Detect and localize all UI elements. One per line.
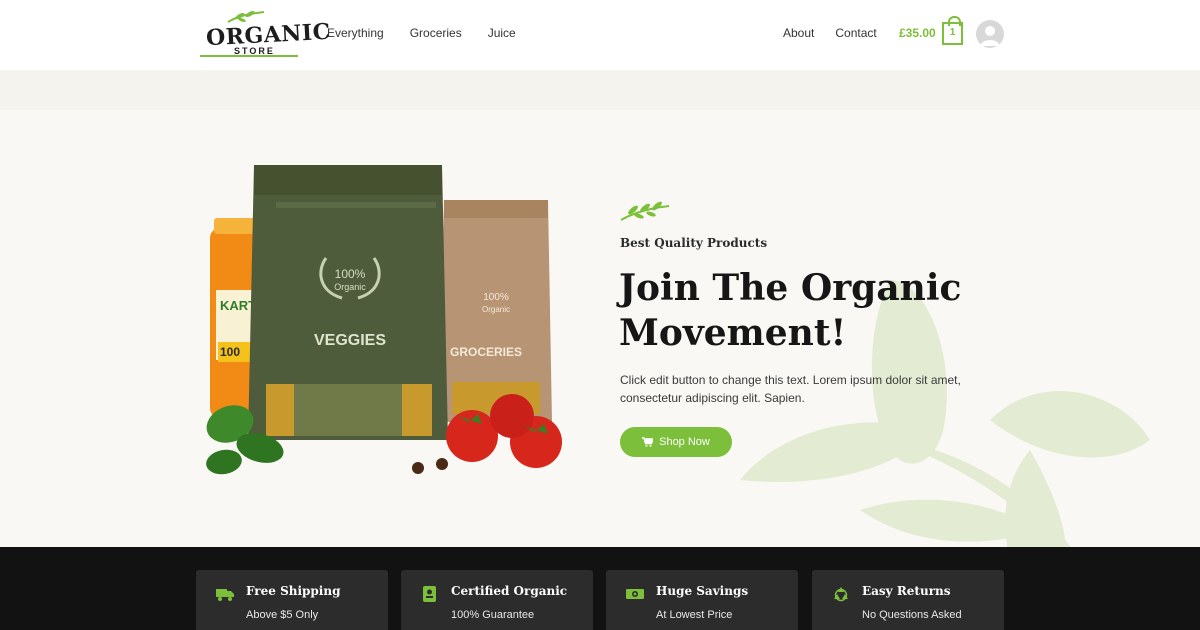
truck-icon	[216, 589, 234, 601]
nav-link-contact[interactable]: Contact	[835, 26, 876, 40]
feature-title: Certified Organic	[451, 584, 568, 598]
jar-label: KART	[220, 298, 256, 313]
money-icon	[626, 589, 644, 599]
secondary-nav: About Contact	[783, 26, 898, 40]
features-band	[0, 547, 1200, 630]
primary-nav: Everything Groceries Juice	[327, 26, 542, 40]
feature-card-shipping: Free Shipping Above $5 Only	[196, 570, 388, 630]
bag2-badge-bottom: Organic	[482, 305, 510, 314]
recycle-icon	[834, 587, 848, 602]
accent-leaf-icon	[620, 201, 670, 221]
cart-icon	[642, 437, 654, 447]
feature-title: Free Shipping	[246, 584, 341, 598]
hero-description: Click edit button to change this text. L…	[620, 373, 961, 405]
feature-title: Huge Savings	[656, 584, 749, 598]
nav-link-groceries[interactable]: Groceries	[410, 26, 462, 40]
hero-title: Join The Organic Movement!	[619, 267, 962, 354]
hero-eyebrow: Best Quality Products	[620, 236, 768, 250]
nav-link-everything[interactable]: Everything	[327, 26, 384, 40]
site-logo[interactable]: ORGANIC STORE	[198, 10, 331, 60]
bag1-badge-bottom: Organic	[334, 282, 366, 292]
product-showcase-image: KART 100 100% Organic GROCERIES 100% Org…	[206, 165, 562, 475]
logo-underline	[200, 55, 298, 57]
feature-subtitle: At Lowest Price	[656, 609, 733, 621]
user-avatar-icon[interactable]	[976, 20, 1004, 48]
cart-total[interactable]: £35.00	[899, 26, 936, 40]
nav-link-about[interactable]: About	[783, 26, 814, 40]
announcement-strip	[0, 70, 1200, 110]
shop-now-label: Shop Now	[659, 436, 710, 448]
feature-subtitle: No Questions Asked	[862, 609, 962, 621]
shop-now-button[interactable]: Shop Now	[620, 427, 732, 457]
feature-subtitle: 100% Guarantee	[451, 609, 535, 621]
bag2-label: GROCERIES	[450, 345, 522, 359]
hero-section: KART 100 100% Organic GROCERIES 100% Org…	[0, 110, 1200, 547]
site-header: ORGANIC STORE Everything Groceries Juice…	[0, 0, 1200, 70]
certificate-icon	[423, 586, 436, 602]
cart-count: 1	[949, 27, 956, 38]
feature-card-returns: Easy Returns No Questions Asked	[812, 570, 1004, 630]
feature-card-savings: Huge Savings At Lowest Price	[606, 570, 798, 630]
feature-title: Easy Returns	[862, 584, 951, 598]
bag1-badge-top: 100%	[335, 267, 366, 281]
bag2-badge-top: 100%	[483, 292, 509, 303]
feature-subtitle: Above $5 Only	[246, 609, 319, 621]
bag1-label: VEGGIES	[314, 332, 386, 349]
cart-bag-icon[interactable]: 1	[942, 16, 963, 45]
jar-badge: 100	[220, 345, 240, 359]
nav-link-juice[interactable]: Juice	[488, 26, 516, 40]
feature-card-certified: Certified Organic 100% Guarantee	[401, 570, 593, 630]
